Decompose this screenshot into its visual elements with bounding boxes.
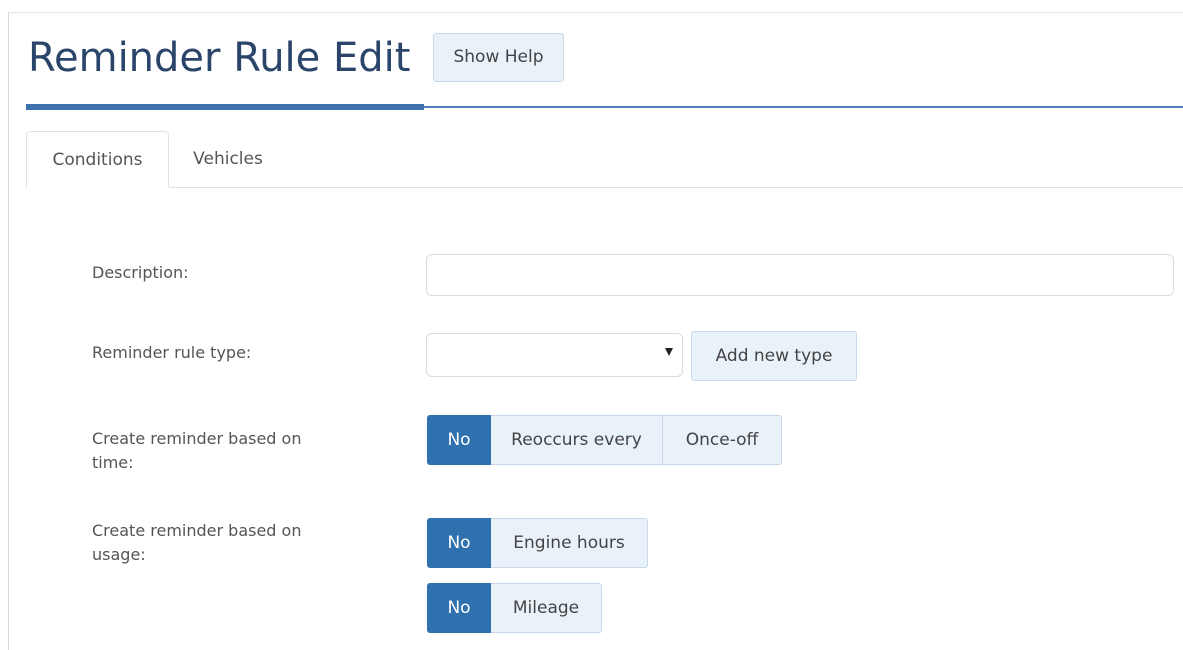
time-based-no-button[interactable]: No [427,415,491,465]
time-based-reoccurs-button[interactable]: Reoccurs every [491,415,663,465]
show-help-button[interactable]: Show Help [433,33,564,82]
engine-hours-no-button[interactable]: No [427,518,491,568]
description-label: Description: [92,263,189,282]
rule-type-select[interactable] [426,333,683,377]
title-underline-accent [26,104,424,110]
time-based-toggle-group: No Reoccurs every Once-off [427,415,782,465]
tab-conditions[interactable]: Conditions [26,131,169,188]
mileage-no-button[interactable]: No [427,583,491,633]
page-title: Reminder Rule Edit [28,35,411,81]
description-input[interactable] [426,254,1174,296]
engine-hours-button[interactable]: Engine hours [491,518,648,568]
page-container: Reminder Rule Edit Show Help Conditions … [8,12,1183,650]
rule-type-label: Reminder rule type: [92,343,252,362]
dropdown-arrow-icon [665,348,673,356]
tab-vehicles[interactable]: Vehicles [175,131,281,188]
mileage-toggle-group: No Mileage [427,583,602,633]
usage-based-label: Create reminder based on usage: [92,521,302,564]
add-new-type-button[interactable]: Add new type [691,331,857,381]
mileage-button[interactable]: Mileage [491,583,602,633]
engine-hours-toggle-group: No Engine hours [427,518,648,568]
time-based-label: Create reminder based on time: [92,429,302,472]
tab-bar: Conditions Vehicles [26,131,1183,188]
time-based-once-off-button[interactable]: Once-off [663,415,782,465]
